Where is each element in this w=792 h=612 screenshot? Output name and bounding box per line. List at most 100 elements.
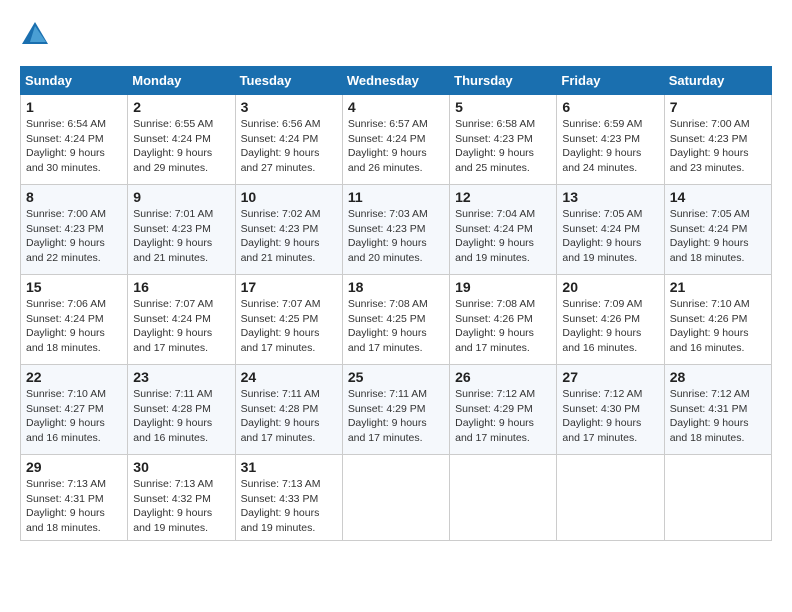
day-number: 15	[26, 279, 122, 295]
day-number: 17	[241, 279, 337, 295]
calendar-cell: 21 Sunrise: 7:10 AM Sunset: 4:26 PM Dayl…	[664, 275, 771, 365]
calendar-cell: 23 Sunrise: 7:11 AM Sunset: 4:28 PM Dayl…	[128, 365, 235, 455]
day-number: 7	[670, 99, 766, 115]
day-number: 31	[241, 459, 337, 475]
day-info: Sunrise: 6:54 AM Sunset: 4:24 PM Dayligh…	[26, 117, 122, 176]
day-number: 4	[348, 99, 444, 115]
header	[20, 20, 772, 50]
day-number: 16	[133, 279, 229, 295]
day-info: Sunrise: 7:06 AM Sunset: 4:24 PM Dayligh…	[26, 297, 122, 356]
weekday-header-friday: Friday	[557, 67, 664, 95]
week-row-2: 8 Sunrise: 7:00 AM Sunset: 4:23 PM Dayli…	[21, 185, 772, 275]
day-number: 12	[455, 189, 551, 205]
calendar-cell: 20 Sunrise: 7:09 AM Sunset: 4:26 PM Dayl…	[557, 275, 664, 365]
calendar-cell: 30 Sunrise: 7:13 AM Sunset: 4:32 PM Dayl…	[128, 455, 235, 541]
day-info: Sunrise: 7:00 AM Sunset: 4:23 PM Dayligh…	[26, 207, 122, 266]
calendar-cell: 25 Sunrise: 7:11 AM Sunset: 4:29 PM Dayl…	[342, 365, 449, 455]
calendar-cell: 15 Sunrise: 7:06 AM Sunset: 4:24 PM Dayl…	[21, 275, 128, 365]
day-info: Sunrise: 7:11 AM Sunset: 4:28 PM Dayligh…	[133, 387, 229, 446]
day-number: 2	[133, 99, 229, 115]
calendar-cell: 28 Sunrise: 7:12 AM Sunset: 4:31 PM Dayl…	[664, 365, 771, 455]
day-number: 18	[348, 279, 444, 295]
logo-icon	[20, 20, 50, 50]
day-number: 23	[133, 369, 229, 385]
week-row-3: 15 Sunrise: 7:06 AM Sunset: 4:24 PM Dayl…	[21, 275, 772, 365]
day-info: Sunrise: 7:13 AM Sunset: 4:33 PM Dayligh…	[241, 477, 337, 536]
day-number: 21	[670, 279, 766, 295]
day-info: Sunrise: 7:07 AM Sunset: 4:24 PM Dayligh…	[133, 297, 229, 356]
calendar-cell: 12 Sunrise: 7:04 AM Sunset: 4:24 PM Dayl…	[450, 185, 557, 275]
day-number: 25	[348, 369, 444, 385]
calendar-cell: 13 Sunrise: 7:05 AM Sunset: 4:24 PM Dayl…	[557, 185, 664, 275]
day-info: Sunrise: 6:56 AM Sunset: 4:24 PM Dayligh…	[241, 117, 337, 176]
logo	[20, 20, 54, 50]
calendar-table: SundayMondayTuesdayWednesdayThursdayFrid…	[20, 66, 772, 541]
day-info: Sunrise: 7:12 AM Sunset: 4:29 PM Dayligh…	[455, 387, 551, 446]
day-info: Sunrise: 7:00 AM Sunset: 4:23 PM Dayligh…	[670, 117, 766, 176]
calendar-cell: 5 Sunrise: 6:58 AM Sunset: 4:23 PM Dayli…	[450, 95, 557, 185]
calendar-cell	[664, 455, 771, 541]
day-number: 22	[26, 369, 122, 385]
day-number: 19	[455, 279, 551, 295]
day-number: 1	[26, 99, 122, 115]
day-info: Sunrise: 6:55 AM Sunset: 4:24 PM Dayligh…	[133, 117, 229, 176]
weekday-header-row: SundayMondayTuesdayWednesdayThursdayFrid…	[21, 67, 772, 95]
calendar-cell: 4 Sunrise: 6:57 AM Sunset: 4:24 PM Dayli…	[342, 95, 449, 185]
day-number: 14	[670, 189, 766, 205]
day-number: 26	[455, 369, 551, 385]
calendar-cell	[557, 455, 664, 541]
weekday-header-thursday: Thursday	[450, 67, 557, 95]
day-number: 11	[348, 189, 444, 205]
day-info: Sunrise: 6:59 AM Sunset: 4:23 PM Dayligh…	[562, 117, 658, 176]
day-info: Sunrise: 7:07 AM Sunset: 4:25 PM Dayligh…	[241, 297, 337, 356]
day-info: Sunrise: 7:11 AM Sunset: 4:29 PM Dayligh…	[348, 387, 444, 446]
day-number: 10	[241, 189, 337, 205]
calendar-cell: 18 Sunrise: 7:08 AM Sunset: 4:25 PM Dayl…	[342, 275, 449, 365]
day-number: 13	[562, 189, 658, 205]
week-row-4: 22 Sunrise: 7:10 AM Sunset: 4:27 PM Dayl…	[21, 365, 772, 455]
day-info: Sunrise: 6:57 AM Sunset: 4:24 PM Dayligh…	[348, 117, 444, 176]
day-info: Sunrise: 7:08 AM Sunset: 4:26 PM Dayligh…	[455, 297, 551, 356]
weekday-header-monday: Monday	[128, 67, 235, 95]
day-info: Sunrise: 7:04 AM Sunset: 4:24 PM Dayligh…	[455, 207, 551, 266]
weekday-header-saturday: Saturday	[664, 67, 771, 95]
day-number: 30	[133, 459, 229, 475]
day-number: 29	[26, 459, 122, 475]
weekday-header-wednesday: Wednesday	[342, 67, 449, 95]
calendar-cell: 27 Sunrise: 7:12 AM Sunset: 4:30 PM Dayl…	[557, 365, 664, 455]
day-number: 27	[562, 369, 658, 385]
day-info: Sunrise: 7:02 AM Sunset: 4:23 PM Dayligh…	[241, 207, 337, 266]
weekday-header-tuesday: Tuesday	[235, 67, 342, 95]
page-container: SundayMondayTuesdayWednesdayThursdayFrid…	[20, 20, 772, 541]
calendar-cell: 1 Sunrise: 6:54 AM Sunset: 4:24 PM Dayli…	[21, 95, 128, 185]
week-row-1: 1 Sunrise: 6:54 AM Sunset: 4:24 PM Dayli…	[21, 95, 772, 185]
day-info: Sunrise: 7:09 AM Sunset: 4:26 PM Dayligh…	[562, 297, 658, 356]
calendar-cell: 31 Sunrise: 7:13 AM Sunset: 4:33 PM Dayl…	[235, 455, 342, 541]
day-info: Sunrise: 7:03 AM Sunset: 4:23 PM Dayligh…	[348, 207, 444, 266]
calendar-cell: 3 Sunrise: 6:56 AM Sunset: 4:24 PM Dayli…	[235, 95, 342, 185]
calendar-cell: 17 Sunrise: 7:07 AM Sunset: 4:25 PM Dayl…	[235, 275, 342, 365]
calendar-cell: 2 Sunrise: 6:55 AM Sunset: 4:24 PM Dayli…	[128, 95, 235, 185]
day-info: Sunrise: 7:12 AM Sunset: 4:31 PM Dayligh…	[670, 387, 766, 446]
day-info: Sunrise: 7:05 AM Sunset: 4:24 PM Dayligh…	[562, 207, 658, 266]
day-info: Sunrise: 7:08 AM Sunset: 4:25 PM Dayligh…	[348, 297, 444, 356]
calendar-cell: 9 Sunrise: 7:01 AM Sunset: 4:23 PM Dayli…	[128, 185, 235, 275]
day-info: Sunrise: 7:01 AM Sunset: 4:23 PM Dayligh…	[133, 207, 229, 266]
calendar-cell: 6 Sunrise: 6:59 AM Sunset: 4:23 PM Dayli…	[557, 95, 664, 185]
calendar-cell: 7 Sunrise: 7:00 AM Sunset: 4:23 PM Dayli…	[664, 95, 771, 185]
calendar-cell: 10 Sunrise: 7:02 AM Sunset: 4:23 PM Dayl…	[235, 185, 342, 275]
calendar-cell: 19 Sunrise: 7:08 AM Sunset: 4:26 PM Dayl…	[450, 275, 557, 365]
calendar-cell: 16 Sunrise: 7:07 AM Sunset: 4:24 PM Dayl…	[128, 275, 235, 365]
calendar-cell: 29 Sunrise: 7:13 AM Sunset: 4:31 PM Dayl…	[21, 455, 128, 541]
day-info: Sunrise: 6:58 AM Sunset: 4:23 PM Dayligh…	[455, 117, 551, 176]
week-row-5: 29 Sunrise: 7:13 AM Sunset: 4:31 PM Dayl…	[21, 455, 772, 541]
day-number: 5	[455, 99, 551, 115]
day-number: 20	[562, 279, 658, 295]
calendar-cell: 8 Sunrise: 7:00 AM Sunset: 4:23 PM Dayli…	[21, 185, 128, 275]
day-info: Sunrise: 7:10 AM Sunset: 4:26 PM Dayligh…	[670, 297, 766, 356]
day-info: Sunrise: 7:13 AM Sunset: 4:31 PM Dayligh…	[26, 477, 122, 536]
day-number: 8	[26, 189, 122, 205]
day-info: Sunrise: 7:10 AM Sunset: 4:27 PM Dayligh…	[26, 387, 122, 446]
day-number: 6	[562, 99, 658, 115]
day-info: Sunrise: 7:13 AM Sunset: 4:32 PM Dayligh…	[133, 477, 229, 536]
